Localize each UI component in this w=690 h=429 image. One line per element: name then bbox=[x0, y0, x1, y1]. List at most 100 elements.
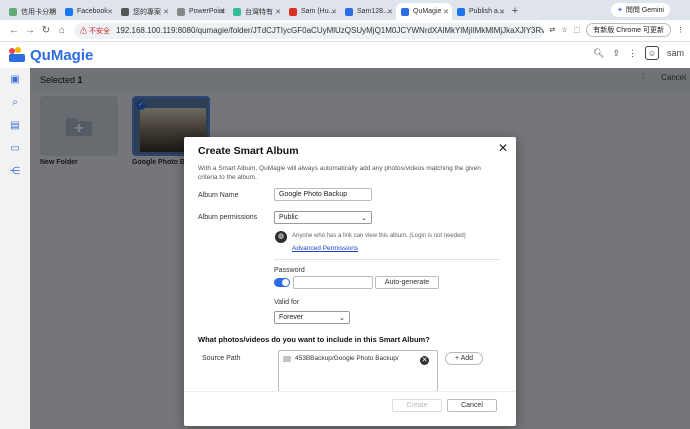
browser-tab-active[interactable]: QuMagie ✕ bbox=[396, 3, 452, 20]
photos-icon: ▣ bbox=[10, 74, 20, 85]
folder-icon: ▭ bbox=[10, 143, 20, 154]
tab-close-icon[interactable]: ✕ bbox=[275, 8, 281, 16]
avatar-icon[interactable]: ☺ bbox=[644, 46, 659, 60]
source-path-label: Source Path bbox=[202, 355, 241, 362]
reload-icon[interactable]: ↻ bbox=[38, 25, 54, 36]
source-path-item: 453BBackup/Google Photo Backup/ bbox=[283, 355, 399, 362]
create-smart-album-dialog: Create Smart Album ✕ With a Smart Album,… bbox=[184, 137, 516, 426]
sidebar-item-search[interactable]: ⌕ bbox=[0, 91, 30, 114]
create-button[interactable]: Create bbox=[392, 399, 442, 412]
tab-favicon-icon bbox=[457, 7, 465, 16]
home-icon[interactable]: ⌂ bbox=[54, 25, 70, 36]
album-icon: ▤ bbox=[10, 120, 20, 131]
remove-path-icon[interactable]: ✕ bbox=[420, 356, 429, 365]
upload-icon[interactable]: ⇪ bbox=[612, 48, 620, 59]
source-question: What photos/videos do you want to includ… bbox=[198, 335, 430, 344]
chevron-down-icon: ⌄ bbox=[361, 214, 367, 222]
album-name-input[interactable]: Google Photo Backup bbox=[274, 188, 372, 201]
back-icon[interactable]: ← bbox=[6, 25, 22, 36]
close-icon[interactable]: ✕ bbox=[498, 141, 508, 155]
qumagie-logo-icon bbox=[9, 47, 25, 62]
tab-close-icon[interactable]: ✕ bbox=[499, 8, 505, 16]
permissions-value: Public bbox=[279, 214, 299, 221]
insecure-badge[interactable]: ⚠ 不安全 bbox=[80, 26, 110, 36]
browser-tab[interactable]: Sam (Hu... ✕ bbox=[284, 3, 340, 20]
username[interactable]: sam bbox=[667, 48, 684, 58]
valid-for-select[interactable]: Forever ⌄ bbox=[274, 311, 350, 324]
browser-tab[interactable]: 信用卡分期 ✕ bbox=[4, 3, 60, 20]
public-note: Anyone who has a link can view this albu… bbox=[292, 233, 466, 239]
sidebar-item-share[interactable]: ⋲ bbox=[0, 160, 30, 183]
album-name-label: Album Name bbox=[198, 192, 239, 199]
tab-label: Sam (Hu... bbox=[301, 8, 335, 15]
sidebar: ▣ ⌕ ▤ ▭ ⋲ bbox=[0, 68, 30, 429]
settings-icon[interactable]: ⋮ bbox=[628, 48, 637, 59]
password-input[interactable] bbox=[293, 276, 373, 289]
app-logo: QuMagie bbox=[8, 47, 93, 64]
new-tab-button[interactable]: + bbox=[508, 5, 522, 17]
tab-favicon-icon bbox=[177, 7, 185, 16]
browser-tab[interactable]: PowerPoint ✕ bbox=[172, 3, 228, 20]
update-chrome-button[interactable]: 有新版 Chrome 可更新 bbox=[586, 23, 671, 37]
browser-tab[interactable]: 您的專案 ✕ bbox=[116, 3, 172, 20]
source-path-list[interactable]: 453BBackup/Google Photo Backup/ ✕ bbox=[278, 350, 438, 392]
sidebar-item-folders[interactable]: ▭ bbox=[0, 137, 30, 160]
tab-favicon-icon bbox=[233, 7, 241, 16]
app-header: QuMagie 🔍︎ ⇪ ⋮ ☺ sam bbox=[0, 42, 690, 68]
add-path-button[interactable]: + Add bbox=[445, 352, 483, 365]
tab-close-icon[interactable]: ✕ bbox=[219, 8, 225, 16]
tab-favicon-icon bbox=[65, 7, 73, 16]
tab-favicon-icon bbox=[345, 7, 353, 16]
header-actions: 🔍︎ ⇪ ⋮ ☺ sam bbox=[593, 46, 684, 60]
auto-generate-button[interactable]: Auto-generate bbox=[375, 276, 439, 289]
forward-icon[interactable]: → bbox=[22, 25, 38, 36]
browser-tab-bar: 信用卡分期 ✕ Facebook ✕ 您的專案 ✕ PowerPoint ✕ 台灣特有 ✕… bbox=[0, 0, 690, 20]
tab-label: 您的專案 bbox=[133, 8, 161, 16]
tab-favicon-icon bbox=[401, 7, 409, 16]
browser-tab[interactable]: Publish a... ✕ bbox=[452, 3, 508, 20]
translate-icon[interactable]: ⇄ bbox=[549, 26, 555, 34]
tab-close-icon[interactable]: ✕ bbox=[163, 8, 169, 16]
permissions-select[interactable]: Public ⌄ bbox=[274, 211, 372, 224]
tab-label: 台灣特有 bbox=[245, 8, 273, 16]
tab-label: Sam128... bbox=[357, 8, 389, 15]
tab-close-icon[interactable]: ✕ bbox=[443, 8, 449, 16]
url-text: 192.168.100.119:8080/qumagie/folder/JTdC… bbox=[115, 26, 544, 35]
permissions-label: Album permissions bbox=[198, 214, 258, 221]
sidebar-item-albums[interactable]: ▤ bbox=[0, 114, 30, 137]
app-name: QuMagie bbox=[30, 46, 94, 64]
address-bar-row: ← → ↻ ⌂ ⚠ 不安全 192.168.100.119:8080/qumag… bbox=[0, 20, 690, 42]
source-path-value: 453BBackup/Google Photo Backup/ bbox=[295, 355, 399, 362]
tab-favicon-icon bbox=[9, 7, 17, 16]
url-input[interactable]: ⚠ 不安全 192.168.100.119:8080/qumagie/folde… bbox=[74, 22, 544, 39]
tab-label: QuMagie bbox=[413, 8, 442, 15]
share-icon: ⋲ bbox=[10, 166, 20, 177]
password-toggle[interactable] bbox=[274, 278, 290, 287]
star-icon[interactable]: ☆ bbox=[561, 26, 567, 34]
browser-tab[interactable]: Facebook ✕ bbox=[60, 3, 116, 20]
dialog-description: With a Smart Album, QuMagie will always … bbox=[198, 165, 481, 181]
sidebar-item-photos[interactable]: ▣ bbox=[0, 68, 30, 91]
tab-close-icon[interactable]: ✕ bbox=[387, 8, 393, 16]
globe-icon: ◍ bbox=[275, 231, 287, 243]
advanced-permissions-link[interactable]: Advanced Permissions bbox=[292, 245, 358, 252]
tab-close-icon[interactable]: ✕ bbox=[51, 8, 57, 16]
tab-favicon-icon bbox=[289, 7, 297, 16]
divider bbox=[274, 259, 500, 260]
menu-icon[interactable]: ⋮ bbox=[677, 26, 684, 34]
extensions-icon[interactable]: ⬚ bbox=[574, 26, 581, 34]
search-icon: ⌕ bbox=[12, 97, 18, 108]
valid-for-value: Forever bbox=[279, 314, 304, 321]
tab-close-icon[interactable]: ✕ bbox=[331, 8, 337, 16]
tab-close-icon[interactable]: ✕ bbox=[107, 8, 113, 16]
folder-icon bbox=[283, 355, 291, 362]
gemini-label: 問問 Gemini bbox=[625, 7, 664, 14]
password-label: Password bbox=[274, 267, 305, 274]
dialog-title: Create Smart Album bbox=[198, 145, 299, 157]
cancel-button[interactable]: Cancel bbox=[447, 399, 497, 412]
search-icon[interactable]: 🔍︎ bbox=[593, 48, 604, 59]
gemini-button[interactable]: ✦ 問問 Gemini bbox=[611, 3, 670, 17]
browser-tab[interactable]: 台灣特有 ✕ bbox=[228, 3, 284, 20]
browser-tab[interactable]: Sam128... ✕ bbox=[340, 3, 396, 20]
valid-for-label: Valid for bbox=[274, 299, 300, 306]
